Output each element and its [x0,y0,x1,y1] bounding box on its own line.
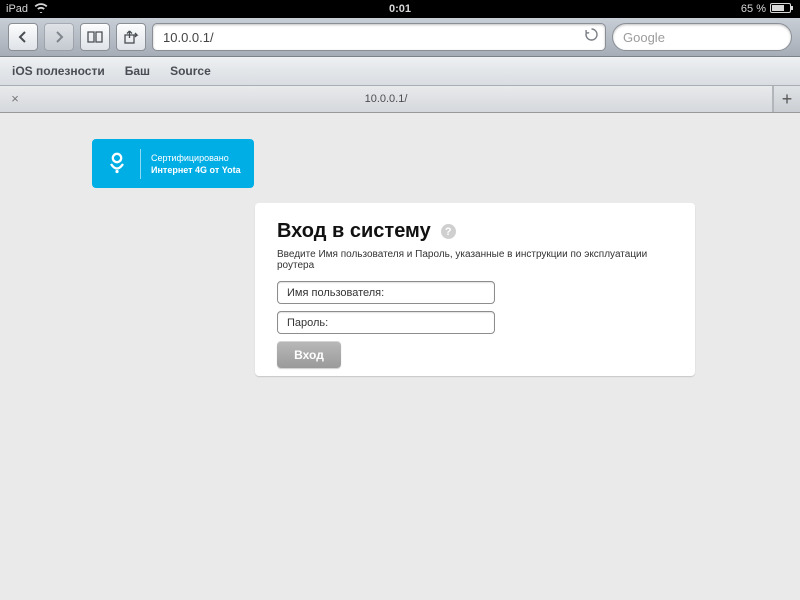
clock: 0:01 [389,3,411,15]
battery-icon [770,3,794,16]
url-field[interactable]: 10.0.0.1/ [152,23,606,51]
username-field[interactable]: Имя пользователя: [277,281,495,304]
url-text: 10.0.0.1/ [163,30,214,45]
password-label: Пароль: [287,317,328,329]
bookmarks-bar: iOS полезности Баш Source [0,57,800,86]
bookmark-item[interactable]: iOS полезности [12,64,105,78]
login-hint: Введите Имя пользователя и Пароль, указа… [277,249,673,271]
yota-badge: Сертифицировано Интернет 4G от Yota [92,139,254,188]
bookmarks-button[interactable] [80,23,110,51]
wifi-icon [34,3,48,16]
page-content: Сертифицировано Интернет 4G от Yota Вход… [0,113,800,600]
search-field[interactable]: Google [612,23,792,51]
help-icon[interactable]: ? [441,224,456,239]
status-bar: iPad 0:01 65 % [0,0,800,18]
username-label: Имя пользователя: [287,287,384,299]
divider [140,149,141,179]
tab-title: 10.0.0.1/ [365,93,408,105]
login-card: Вход в систему ? Введите Имя пользовател… [255,203,695,376]
device-label: iPad [6,3,28,15]
refresh-icon[interactable] [584,27,599,47]
close-tab-icon[interactable]: × [8,92,22,106]
browser-toolbar: 10.0.0.1/ Google [0,18,800,57]
yota-logo-icon [104,151,130,177]
bookmark-item[interactable]: Source [170,64,211,78]
tab-bar: × 10.0.0.1/ + [0,86,800,113]
new-tab-button[interactable]: + [773,86,800,112]
browser-tab[interactable]: × 10.0.0.1/ [0,86,773,112]
search-placeholder: Google [623,30,665,45]
forward-button[interactable] [44,23,74,51]
bookmark-item[interactable]: Баш [125,64,150,78]
battery-pct: 65 % [741,3,766,15]
share-button[interactable] [116,23,146,51]
back-button[interactable] [8,23,38,51]
login-button[interactable]: Вход [277,341,341,368]
password-field[interactable]: Пароль: [277,311,495,334]
yota-line1: Сертифицировано [151,152,241,164]
login-title: Вход в систему ? [277,220,673,243]
yota-line2: Интернет 4G от Yota [151,164,241,176]
